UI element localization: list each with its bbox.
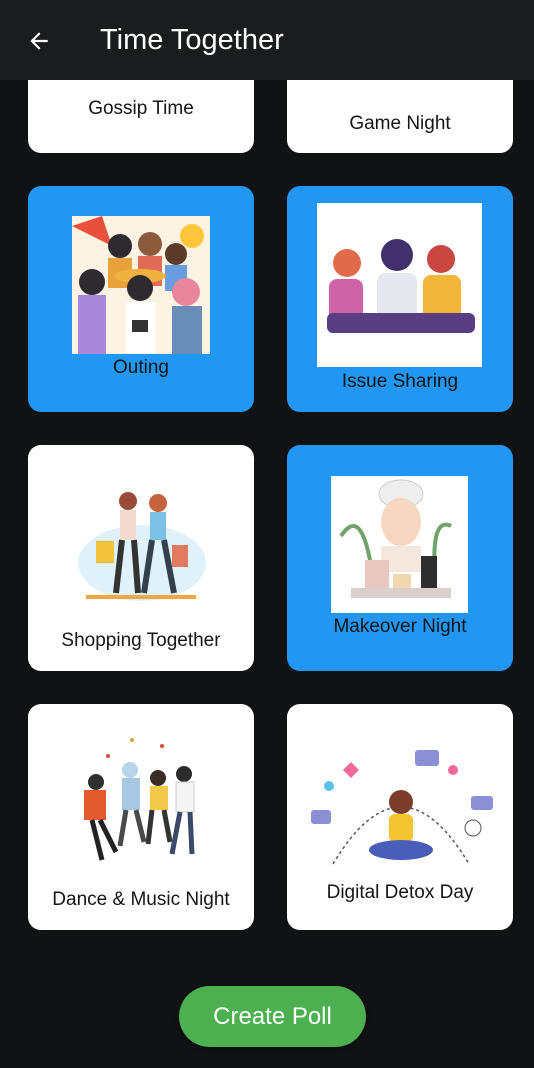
activity-label: Dance & Music Night — [52, 889, 230, 910]
activity-label: Gossip Time — [88, 98, 194, 119]
dance-music-night-illustration — [72, 730, 210, 870]
activity-card-issue-sharing[interactable]: Issue Sharing — [287, 186, 513, 412]
activity-card-makeover-night[interactable]: Makeover Night — [287, 445, 513, 671]
page-title: Time Together — [100, 24, 284, 56]
arrow-left-icon — [30, 32, 48, 50]
create-poll-button[interactable]: Create Poll — [179, 986, 366, 1047]
shopping-together-illustration — [72, 483, 210, 607]
issue-sharing-illustration — [317, 203, 482, 367]
digital-detox-day-illustration — [303, 740, 499, 870]
makeover-night-illustration — [331, 476, 468, 613]
activity-card-outing[interactable]: Outing — [28, 186, 254, 412]
app-bar: Time Together — [0, 0, 534, 80]
back-button[interactable] — [22, 24, 56, 58]
activity-label: Digital Detox Day — [326, 882, 474, 903]
activity-label: Game Night — [349, 113, 451, 134]
activity-label: Shopping Together — [61, 630, 221, 651]
activity-card-dance-music-night[interactable]: Dance & Music Night — [28, 704, 254, 930]
outing-illustration — [72, 216, 210, 354]
activity-label: Issue Sharing — [341, 371, 459, 392]
activity-card-digital-detox-day[interactable]: Digital Detox Day — [287, 704, 513, 930]
activity-label: Outing — [113, 357, 169, 378]
activity-card-shopping-together[interactable]: Shopping Together — [28, 445, 254, 671]
activity-label: Makeover Night — [333, 616, 467, 637]
